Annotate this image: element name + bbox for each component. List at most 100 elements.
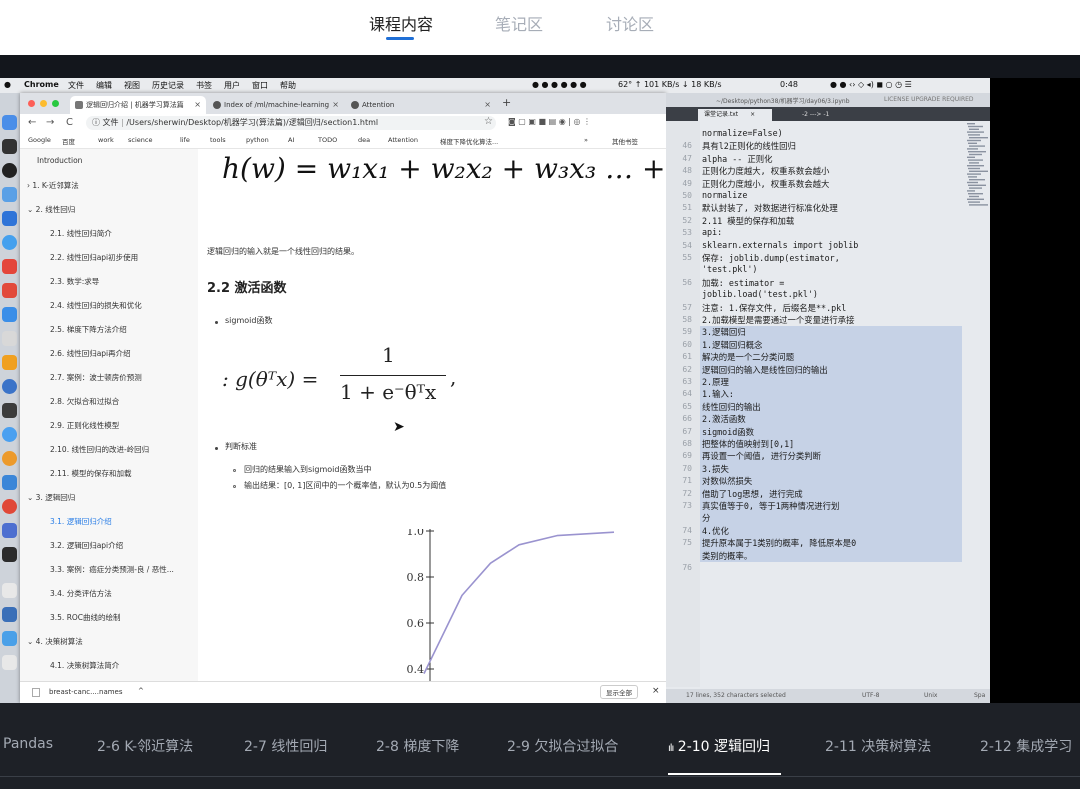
browser-tab[interactable]: Index of /ml/machine-learning × [208, 96, 344, 114]
line-number: 55 [682, 253, 692, 262]
toc-item[interactable]: 2.4. 线性回归的损失和优化 [50, 300, 142, 311]
toc-item[interactable]: ⌄ 3. 逻辑回归 [27, 492, 75, 503]
bookmark-ai[interactable]: AI [288, 136, 294, 144]
bookmark-other[interactable]: 其他书签 [612, 136, 638, 146]
editor-title: ~/Desktop/python38/机器学习/day06/3.ipynb [716, 98, 850, 105]
bookmark-dea[interactable]: dea [358, 136, 370, 144]
bookmark-work[interactable]: work [98, 136, 114, 144]
toc-item[interactable]: 2.2. 线性回归api初步使用 [50, 252, 138, 263]
browser-tab[interactable]: Attention × [346, 96, 496, 114]
code-line: 注意: 1.保存文件, 后缀名是**.pkl [702, 302, 847, 313]
minimap-line [968, 193, 983, 195]
editor-tab-active[interactable]: 课堂记录.txt × [698, 109, 772, 121]
line-number: 69 [682, 451, 692, 461]
toc-item[interactable]: 2.11. 模型的保存和加载 [50, 468, 131, 479]
minimap-line [967, 190, 975, 192]
app-icon [2, 283, 17, 298]
chapter-item[interactable]: 2-6 K-邻近算法 [97, 736, 193, 756]
sigmoid-plot: 0.4 0.6 0.8 1.0 [407, 529, 615, 681]
minimize-window-button[interactable] [40, 100, 47, 107]
chapter-item[interactable]: 2-11 决策树算法 [825, 736, 931, 756]
url-input[interactable]: ⓘ 文件 | /Users/sherwin/Desktop/机器学习(算法篇)/… [86, 116, 496, 130]
chapter-item[interactable]: 2-12 集成学习 [980, 736, 1072, 756]
code-line: alpha -- 正则化 [702, 153, 773, 164]
forward-icon[interactable]: → [46, 117, 54, 128]
toc-item[interactable]: 4.1. 决策树算法简介 [50, 660, 119, 671]
maximize-window-button[interactable] [52, 100, 59, 107]
bookmark-baidu[interactable]: 百度 [62, 136, 75, 146]
close-icon[interactable]: × [332, 96, 339, 114]
extension-icons[interactable]: ◙ ▢ ▣ ■ ▤ ◉ | ◎ ⋮ [508, 117, 591, 126]
text-editor-window: ~/Desktop/python38/机器学习/day06/3.ipynb LI… [666, 93, 990, 703]
app-icon [2, 355, 17, 370]
bookmarks-overflow[interactable]: » [584, 136, 588, 144]
app-icon [2, 523, 17, 538]
download-filename[interactable]: breast-canc....names [49, 688, 123, 696]
bookmark-attention[interactable]: Attention [388, 136, 418, 144]
bookmark-life[interactable]: life [180, 136, 190, 144]
bookmark-google[interactable]: Google [28, 136, 51, 144]
chevron-up-icon[interactable]: ^ [138, 687, 144, 695]
toc-item[interactable]: › 1. K-近邻算法 [27, 180, 79, 191]
line-number: 56 [682, 277, 692, 287]
chapter-item[interactable]: 2-9 欠拟合过拟合 [507, 736, 618, 756]
plot-tick-label: 0.8 [407, 571, 425, 584]
minimap-line [969, 137, 988, 139]
reload-icon[interactable]: C [66, 117, 73, 128]
toc-item[interactable]: 2.5. 梯度下降方法介绍 [50, 324, 127, 335]
back-icon[interactable]: ← [28, 117, 36, 128]
code-line: 3.损失 [702, 463, 729, 474]
star-icon[interactable]: ☆ [484, 116, 493, 127]
close-icon[interactable]: × [652, 686, 660, 696]
new-tab-button[interactable]: + [502, 96, 511, 109]
tab-notes[interactable]: 笔记区 [495, 11, 543, 35]
bullet-criteria: 判断标准 [225, 442, 257, 451]
globe-icon [351, 101, 359, 109]
browser-tab-active[interactable]: 逻辑回归介绍 | 机器学习算法篇 × [70, 96, 206, 114]
toc-item[interactable]: 3.2. 逻辑回归api介绍 [50, 540, 123, 551]
toc-item[interactable]: 3.3. 案例：癌症分类预测-良 / 恶性... [50, 564, 174, 575]
close-icon[interactable]: × [484, 96, 491, 114]
tab-discussion[interactable]: 讨论区 [606, 11, 654, 35]
tab-course-content[interactable]: 课程内容 [369, 11, 433, 35]
toc-item[interactable]: 3.5. ROC曲线的绘制 [50, 612, 121, 623]
toc-item[interactable]: ⌄ 2. 线性回归 [27, 204, 75, 215]
minimap-line [967, 165, 984, 167]
toc-item[interactable]: 2.8. 欠拟合和过拟合 [50, 396, 119, 407]
toc-item[interactable]: 3.4. 分类评估方法 [50, 588, 112, 599]
toc-item[interactable]: 2.9. 正则化线性模型 [50, 420, 119, 431]
toc-item[interactable]: 2.6. 线性回归api再介绍 [50, 348, 131, 359]
toc-item[interactable]: 2.7. 案例：波士顿房价预测 [50, 372, 142, 383]
chapter-item[interactable]: 2-7 线性回归 [244, 736, 327, 756]
chapter-item[interactable]: Pandas [3, 736, 53, 752]
bookmark-python[interactable]: python [246, 136, 269, 144]
bookmark-tools[interactable]: tools [210, 136, 226, 144]
show-all-button[interactable]: 显示全部 [600, 685, 638, 699]
code-line: 1.逻辑回归概念 [702, 339, 763, 350]
chapter-item-active[interactable]: ılı 2-10 逻辑回归 [668, 736, 770, 756]
minimap-line [967, 173, 981, 175]
document-content: h(w) = w₁x₁ + w₂x₂ + w₃x₃ … + b 逻辑回归的输入就… [198, 149, 666, 681]
clock: 0:48 [780, 80, 798, 89]
close-icon[interactable]: × [194, 96, 201, 114]
minimap-line [969, 204, 988, 206]
toc-item[interactable]: 2.3. 数学:求导 [50, 276, 99, 287]
editor-tab[interactable]: -2 ---> -1 [796, 109, 870, 121]
menu-chrome: Chrome [24, 80, 59, 89]
toc-item-active[interactable]: 3.1. 逻辑回归介绍 [50, 516, 112, 527]
bullet [215, 321, 218, 324]
close-window-button[interactable] [28, 100, 35, 107]
video-player[interactable]: ● Chrome 文件 编辑 视图 历史记录 书签 用户 窗口 帮助 ● ● ●… [0, 55, 1080, 703]
toc-item[interactable]: ⌄ 4. 决策树算法 [27, 636, 83, 647]
chapter-item[interactable]: 2-8 梯度下降 [376, 736, 459, 756]
toc-item[interactable]: 2.1. 线性回归简介 [50, 228, 112, 239]
bookmark-todo[interactable]: TODO [318, 136, 337, 144]
bookmark-gradient[interactable]: 梯度下降优化算法... [440, 136, 498, 146]
bookmark-science[interactable]: science [128, 136, 152, 144]
code-line: 2.激活函数 [702, 414, 746, 425]
bullet [215, 447, 218, 450]
toc-item[interactable]: 2.10. 线性回归的改进-岭回归 [50, 444, 149, 455]
toc-item[interactable]: Introduction [37, 156, 82, 165]
line-number: 49 [682, 178, 692, 188]
code-line: 正则化力度越大, 权重系数会越小 [702, 166, 830, 177]
